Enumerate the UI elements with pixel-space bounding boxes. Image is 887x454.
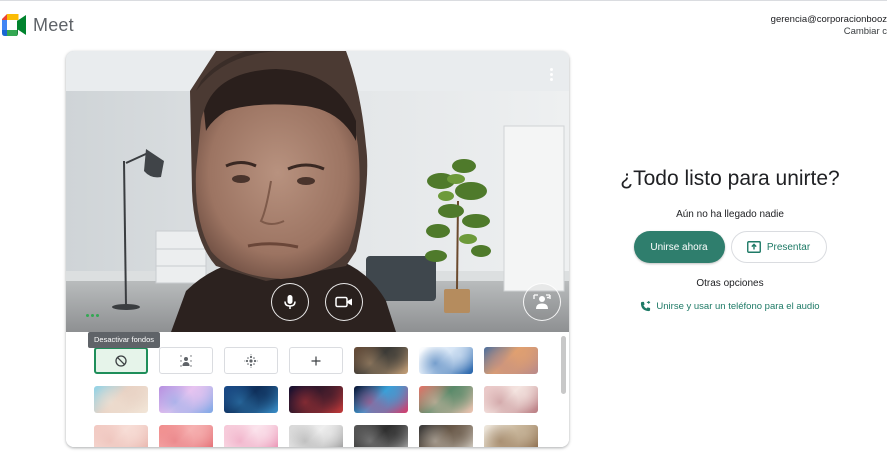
account-info[interactable]: gerencia@corporacionbooz Cambiar c (757, 14, 887, 38)
background-thumbnail (419, 347, 473, 374)
participants-status: Aún no ha llegado nadie (676, 209, 784, 220)
top-divider (0, 0, 887, 1)
background-thumbnail (159, 425, 213, 447)
background-thumbnail (224, 425, 278, 447)
self-view-video (66, 51, 569, 332)
bg-pink-petals-tile[interactable] (224, 425, 278, 447)
bg-beach-tile[interactable] (94, 386, 148, 413)
tooltip: Desactivar fondos (88, 332, 161, 348)
join-with-phone-link[interactable]: Unirse y usar un teléfono para el audio (614, 301, 846, 312)
bg-water-tile[interactable] (224, 386, 278, 413)
bg-room-tile[interactable] (419, 425, 473, 447)
background-thumbnail (354, 347, 408, 374)
bg-pink-texture-tile[interactable] (94, 425, 148, 447)
bg-office-tile[interactable] (289, 425, 343, 447)
join-panel: ¿Todo listo para unirte? Aún no ha llega… (614, 164, 846, 312)
more-options-button[interactable] (541, 64, 561, 84)
background-thumbnail (289, 425, 343, 447)
other-options-label: Otras opciones (696, 278, 764, 289)
meet-logo-icon (2, 14, 26, 36)
join-actions: Unirse ahora Presentar (614, 231, 846, 263)
background-thumbnail (354, 386, 408, 413)
more-vert-icon (549, 67, 553, 71)
background-thumbnail (94, 386, 148, 413)
bg-shelves-tile[interactable] (484, 425, 538, 447)
camera-toggle-button[interactable] (325, 283, 363, 321)
microphone-toggle-button[interactable] (271, 283, 309, 321)
bg-clouds-tile[interactable] (159, 386, 213, 413)
account-email: gerencia@corporacionbooz (770, 14, 887, 25)
audio-level-indicator (86, 314, 99, 317)
no-background-icon (115, 354, 127, 367)
present-button[interactable]: Presentar (730, 231, 827, 263)
camera-feed (66, 51, 569, 332)
background-thumbnail (94, 425, 148, 447)
background-thumbnail (484, 425, 538, 447)
background-thumbnail (289, 386, 343, 413)
background-grid (94, 347, 538, 447)
bg-blur-tile[interactable] (224, 347, 278, 374)
preview-card: Desactivar fondos (66, 51, 569, 447)
background-thumbnail (224, 386, 278, 413)
present-to-all-icon (746, 241, 761, 253)
panel-scrollbar[interactable] (561, 336, 566, 394)
background-replace-icon (533, 294, 551, 309)
background-effects-panel (66, 332, 569, 447)
blur-icon (244, 353, 258, 368)
bg-slight-blur-tile[interactable] (159, 347, 213, 374)
bg-loft-tile[interactable] (354, 425, 408, 447)
bg-logo-tile[interactable] (419, 347, 473, 374)
ready-title: ¿Todo listo para unirte? (620, 167, 840, 190)
bg-flowers-tile[interactable] (419, 386, 473, 413)
bg-nebula-tile[interactable] (289, 386, 343, 413)
background-thumbnail (419, 386, 473, 413)
phone-link-label: Unirse y usar un teléfono para el audio (656, 301, 820, 312)
slight-blur-icon (179, 354, 193, 368)
background-thumbnail (484, 347, 538, 374)
meet-logo[interactable]: Meet (2, 14, 74, 36)
background-thumbnail (354, 425, 408, 447)
videocam-icon (335, 296, 352, 308)
bg-blossoms-tile[interactable] (484, 386, 538, 413)
present-label: Presentar (766, 241, 811, 253)
background-thumbnail (159, 386, 213, 413)
bg-sunset-tile[interactable] (484, 347, 538, 374)
microphone-icon (284, 295, 296, 309)
app-name: Meet (33, 14, 74, 35)
switch-account-link[interactable]: Cambiar c (757, 26, 887, 38)
add-icon (311, 356, 321, 366)
background-thumbnail (484, 386, 538, 413)
bg-off-tile[interactable] (94, 347, 148, 374)
background-thumbnail (419, 425, 473, 447)
bg-add-tile[interactable] (289, 347, 343, 374)
bg-pink-pattern-tile[interactable] (159, 425, 213, 447)
join-now-button[interactable]: Unirse ahora (633, 231, 725, 263)
phone-forwarded-icon (641, 301, 651, 312)
bg-classroom-tile[interactable] (354, 347, 408, 374)
bg-fireworks-tile[interactable] (354, 386, 408, 413)
visual-effects-button[interactable] (523, 283, 561, 321)
